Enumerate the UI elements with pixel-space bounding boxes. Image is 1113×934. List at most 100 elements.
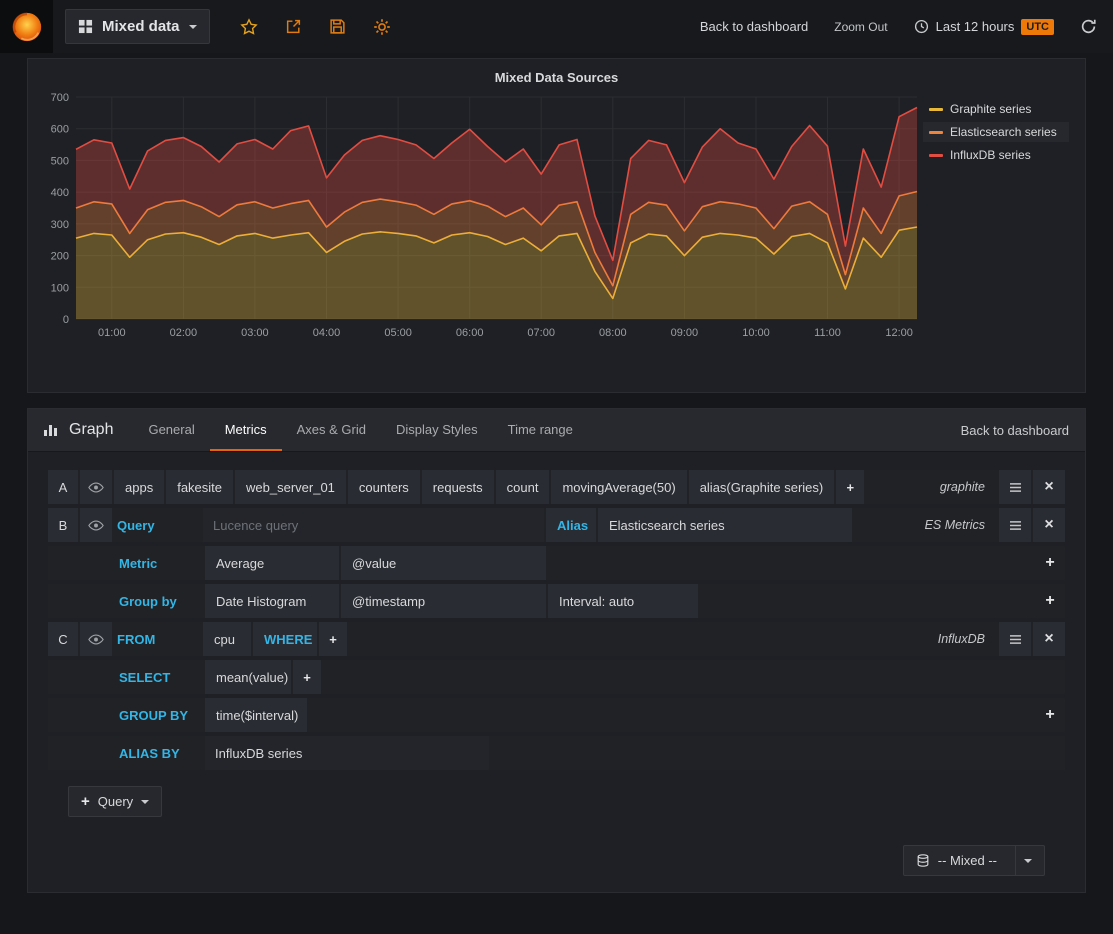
influx-aliasby-row: ALIAS BY xyxy=(48,736,1065,770)
legend-item-graphite[interactable]: Graphite series xyxy=(923,99,1069,119)
svg-text:0: 0 xyxy=(63,314,69,326)
metric-segment[interactable]: fakesite xyxy=(166,470,233,504)
menu-icon xyxy=(1009,482,1022,493)
back-to-dashboard-link[interactable]: Back to dashboard xyxy=(700,19,808,34)
svg-text:200: 200 xyxy=(51,251,69,263)
svg-text:700: 700 xyxy=(51,92,69,104)
groupby-type-segment[interactable]: Date Histogram xyxy=(205,584,339,618)
menu-icon xyxy=(1009,634,1022,645)
legend-label: Graphite series xyxy=(950,102,1031,116)
metric-segment[interactable]: apps xyxy=(114,470,164,504)
grafana-logo-icon xyxy=(10,10,44,44)
legend-item-elasticsearch[interactable]: Elasticsearch series xyxy=(923,122,1069,142)
es-metric-row: Metric Average @value + xyxy=(48,546,1065,580)
editor-back-to-dashboard-link[interactable]: Back to dashboard xyxy=(961,409,1085,451)
add-function-button[interactable]: + xyxy=(836,470,864,504)
grafana-logo[interactable] xyxy=(0,0,53,53)
groupby-interval-segment[interactable]: Interval: auto xyxy=(548,584,698,618)
query-keyword: Query xyxy=(114,508,201,542)
metric-segment[interactable]: counters xyxy=(348,470,420,504)
zoom-out-button[interactable]: Zoom Out xyxy=(834,20,887,34)
tab-metrics[interactable]: Metrics xyxy=(210,409,282,451)
panel-title[interactable]: Mixed Data Sources xyxy=(38,65,1075,91)
add-query-label: Query xyxy=(98,794,133,809)
star-dashboard-button[interactable] xyxy=(240,18,258,36)
groupby-field-segment[interactable]: @timestamp xyxy=(341,584,546,618)
legend-item-influxdb[interactable]: InfluxDB series xyxy=(923,145,1069,165)
groupby-time-segment[interactable]: time($interval) xyxy=(205,698,307,732)
metric-field-segment[interactable]: @value xyxy=(341,546,546,580)
alias-by-input[interactable] xyxy=(205,736,489,770)
tab-general[interactable]: General xyxy=(133,409,209,451)
eye-icon xyxy=(88,634,104,645)
refresh-button[interactable] xyxy=(1080,18,1097,35)
lucene-query-input[interactable] xyxy=(203,508,544,542)
toggle-query-visibility-button[interactable] xyxy=(80,470,112,504)
timezone-badge: UTC xyxy=(1021,19,1054,35)
close-icon: × xyxy=(1044,517,1053,533)
tab-time-range[interactable]: Time range xyxy=(493,409,588,451)
svg-text:06:00: 06:00 xyxy=(456,327,484,339)
query-menu-button[interactable] xyxy=(999,508,1031,542)
select-keyword: SELECT xyxy=(116,660,203,694)
datasource-area: ES Metrics xyxy=(854,508,997,542)
metric-segment[interactable]: requests xyxy=(422,470,494,504)
plus-icon: + xyxy=(81,793,90,810)
dashboard-title-dropdown[interactable]: Mixed data xyxy=(65,9,210,44)
metric-segment[interactable]: web_server_01 xyxy=(235,470,346,504)
where-keyword-segment[interactable]: WHERE xyxy=(253,622,317,656)
share-icon xyxy=(285,18,302,35)
series-color-swatch xyxy=(929,131,943,134)
metric-agg-segment[interactable]: Average xyxy=(205,546,339,580)
share-dashboard-button[interactable] xyxy=(285,18,302,35)
chevron-down-icon xyxy=(1024,859,1032,863)
svg-text:02:00: 02:00 xyxy=(170,327,198,339)
add-metric-button[interactable]: + xyxy=(1035,546,1065,580)
svg-text:400: 400 xyxy=(51,187,69,199)
alias-value-input[interactable]: Elasticsearch series xyxy=(598,508,852,542)
datasource-picker-button[interactable]: -- Mixed -- xyxy=(903,845,1045,876)
toggle-query-visibility-button[interactable] xyxy=(80,622,112,656)
remove-query-button[interactable]: × xyxy=(1033,470,1065,504)
metric-segment[interactable]: count xyxy=(496,470,550,504)
navbar-right: Back to dashboard Zoom Out Last 12 hours… xyxy=(700,18,1097,35)
toggle-query-visibility-button[interactable] xyxy=(80,508,112,542)
add-groupby-button[interactable]: + xyxy=(1035,584,1065,618)
time-series-chart[interactable]: 010020030040050060070001:0002:0003:0004:… xyxy=(38,91,923,343)
dashboard-title: Mixed data xyxy=(102,18,180,35)
remove-query-button[interactable]: × xyxy=(1033,508,1065,542)
row-filler xyxy=(548,546,1033,580)
influx-groupby-row: GROUP BY time($interval) + xyxy=(48,698,1065,732)
database-icon xyxy=(916,853,930,868)
chevron-down-icon xyxy=(189,25,197,29)
time-range-picker[interactable]: Last 12 hours UTC xyxy=(914,19,1054,35)
query-menu-button[interactable] xyxy=(999,622,1031,656)
tab-axes-grid[interactable]: Axes & Grid xyxy=(282,409,381,451)
svg-text:09:00: 09:00 xyxy=(671,327,699,339)
chevron-down-icon xyxy=(141,800,149,804)
from-measurement-segment[interactable]: cpu xyxy=(203,622,251,656)
function-segment[interactable]: alias(Graphite series) xyxy=(689,470,835,504)
menu-icon xyxy=(1009,520,1022,531)
legend-label: InfluxDB series xyxy=(950,148,1031,162)
bar-chart-icon xyxy=(42,422,60,438)
add-where-condition-button[interactable]: + xyxy=(319,622,347,656)
remove-query-button[interactable]: × xyxy=(1033,622,1065,656)
add-query-button[interactable]: + Query xyxy=(68,786,162,817)
save-icon xyxy=(329,18,346,35)
add-select-button[interactable]: + xyxy=(293,660,321,694)
svg-text:08:00: 08:00 xyxy=(599,327,627,339)
dashboard-settings-button[interactable] xyxy=(373,18,391,36)
groupby-keyword: Group by xyxy=(116,584,203,618)
svg-text:300: 300 xyxy=(51,219,69,231)
function-segment[interactable]: movingAverage(50) xyxy=(551,470,686,504)
select-function-segment[interactable]: mean(value) xyxy=(205,660,291,694)
svg-text:04:00: 04:00 xyxy=(313,327,341,339)
alias-keyword: Alias xyxy=(546,508,596,542)
add-groupby-button[interactable]: + xyxy=(1035,698,1065,732)
es-groupby-row: Group by Date Histogram @timestamp Inter… xyxy=(48,584,1065,618)
query-menu-button[interactable] xyxy=(999,470,1031,504)
time-range-label: Last 12 hours xyxy=(936,19,1015,34)
save-dashboard-button[interactable] xyxy=(329,18,346,35)
tab-display-styles[interactable]: Display Styles xyxy=(381,409,493,451)
